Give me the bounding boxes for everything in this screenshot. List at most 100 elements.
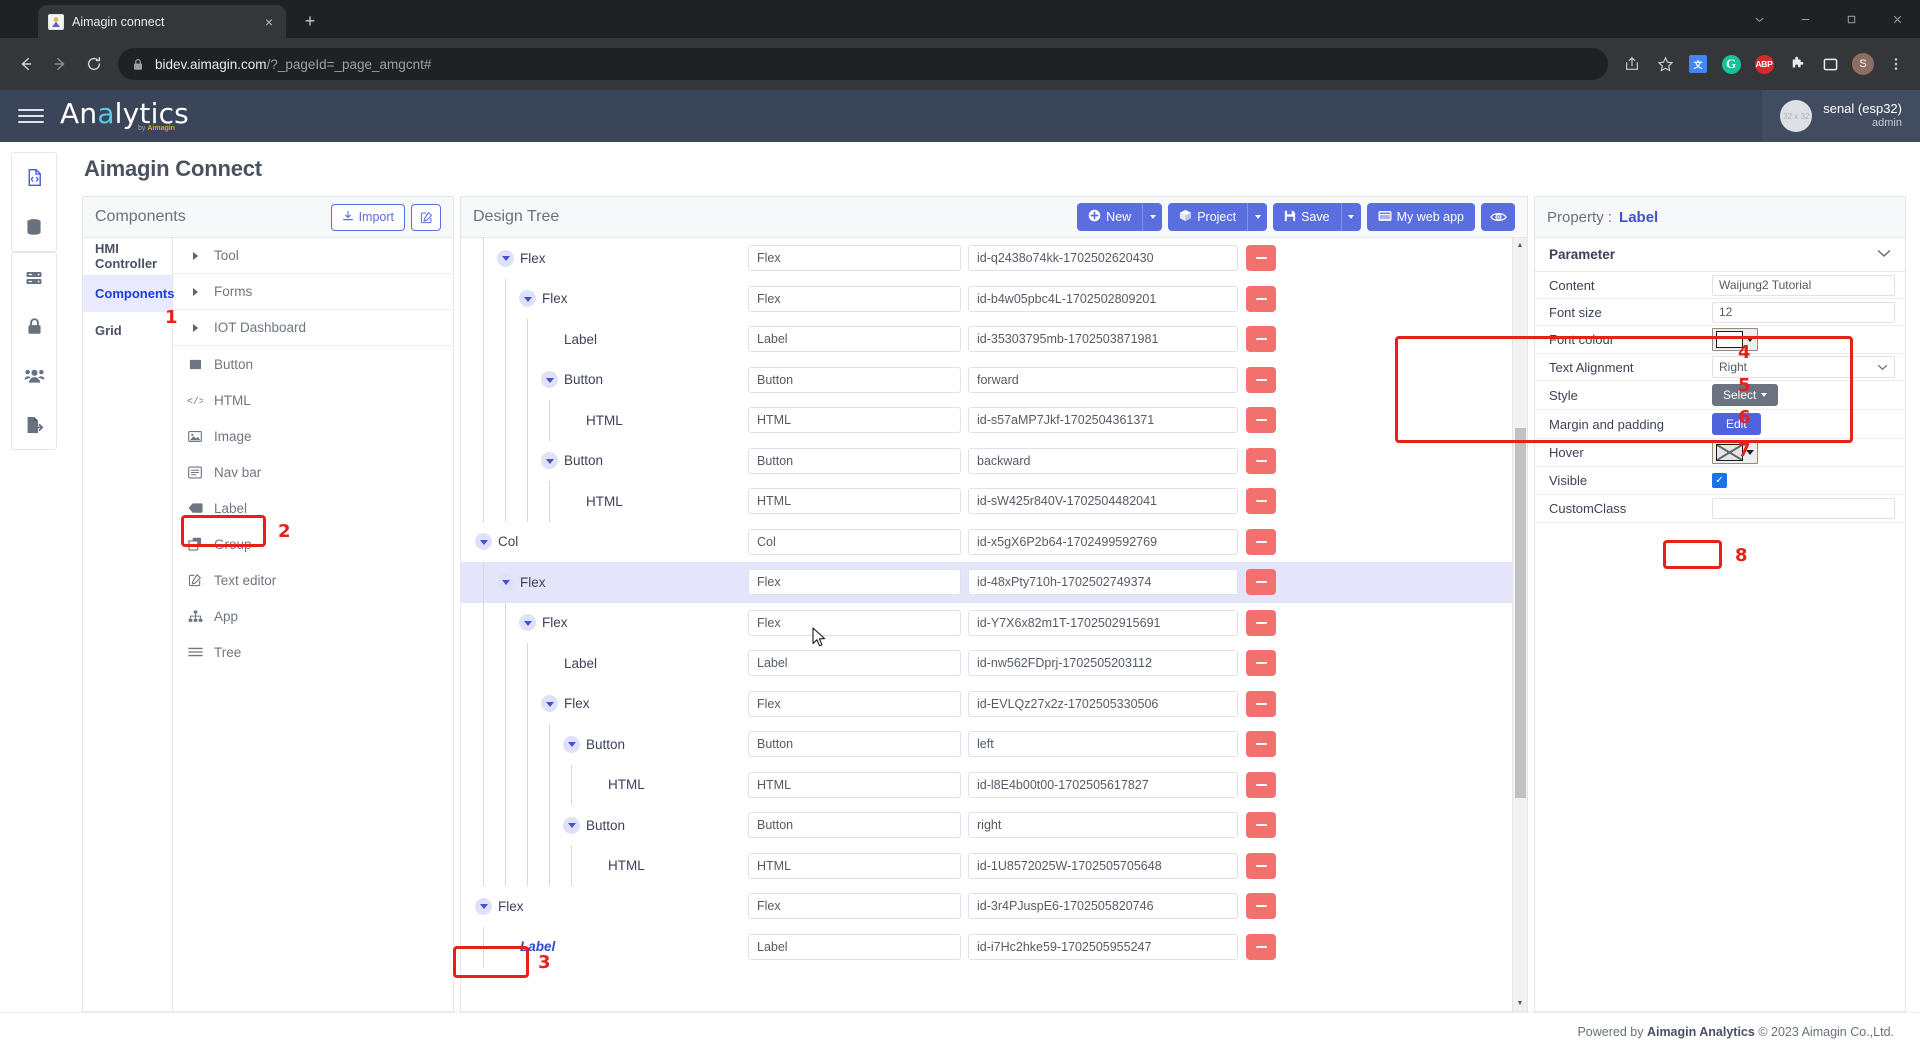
share-icon[interactable] (1618, 50, 1646, 78)
tree-row-id-input[interactable]: id-q2438o74kk-1702502620430 (968, 245, 1238, 272)
tree-row[interactable]: Button Button right (461, 805, 1512, 846)
delete-row-button[interactable] (1246, 326, 1276, 353)
new-button[interactable]: New (1077, 203, 1143, 231)
delete-row-button[interactable] (1246, 933, 1276, 960)
database-icon[interactable] (11, 202, 57, 251)
tree-row[interactable]: HTML HTML id-1U8572025W-1702505705648 (461, 845, 1512, 886)
file-export-icon[interactable] (11, 400, 57, 449)
delete-row-button[interactable] (1246, 893, 1276, 920)
color-picker-button[interactable] (1712, 328, 1758, 351)
grammarly-icon[interactable]: G (1717, 50, 1745, 78)
tree-row-type-input[interactable]: HTML (748, 488, 961, 515)
tree-node[interactable]: HTML (563, 494, 623, 509)
tree-row[interactable]: Flex Flex id-q2438o74kk-1702502620430 (461, 238, 1512, 279)
chevron-down-icon[interactable] (475, 533, 492, 551)
chevron-down-icon[interactable] (563, 735, 580, 753)
chevron-down-icon[interactable] (475, 897, 492, 915)
address-bar[interactable]: bidev.aimagin.com/?_pageId=_page_amgcnt# (118, 48, 1608, 80)
tree-row-type-input[interactable]: Label (748, 933, 961, 960)
tree-row-type-input[interactable]: Flex (748, 569, 961, 596)
property-select[interactable]: Right (1712, 356, 1895, 378)
delete-row-button[interactable] (1246, 285, 1276, 312)
tree-row-type-input[interactable]: HTML (748, 852, 961, 879)
tree-node[interactable]: Button (541, 371, 603, 389)
tree-node[interactable]: Flex (497, 249, 546, 267)
tab-close-icon[interactable]: × (262, 13, 276, 31)
tree-row[interactable]: Label Label id-nw562FDprj-1702505203112 (461, 643, 1512, 684)
tree-row[interactable]: Label Label id-i7Hc2hke59-1702505955247 (461, 926, 1512, 967)
scroll-up-icon[interactable]: ▲ (1517, 238, 1524, 253)
design-tree-scrollbar[interactable]: ▲ ▼ (1512, 238, 1527, 1011)
project-button[interactable]: Project (1168, 203, 1248, 231)
tree-row[interactable]: Flex Flex id-3r4PJuspE6-1702505820746 (461, 886, 1512, 927)
chevron-down-icon[interactable] (497, 249, 514, 267)
tree-row-id-input[interactable]: id-l8E4b00t00-1702505617827 (968, 771, 1238, 798)
my-web-app-button[interactable]: My web app (1366, 203, 1475, 231)
sidepanel-icon[interactable] (1816, 50, 1844, 78)
tree-row-type-input[interactable]: Flex (748, 893, 961, 920)
tree-row[interactable]: Button Button backward (461, 440, 1512, 481)
bookmark-star-icon[interactable] (1651, 50, 1679, 78)
tree-row[interactable]: Flex Flex id-Y7X6x82m1T-1702502915691 (461, 602, 1512, 643)
tree-row[interactable]: Button Button left (461, 724, 1512, 765)
user-menu[interactable]: 32 x 32 senal (esp32) admin (1762, 90, 1920, 142)
tree-node[interactable]: Label (497, 939, 555, 954)
server-icon[interactable] (11, 253, 57, 302)
tree-row-id-input[interactable]: id-b4w05pbc4L-1702502809201 (968, 285, 1238, 312)
component-item-html[interactable]: </> HTML (173, 382, 453, 418)
chevron-down-icon[interactable] (1736, 3, 1782, 35)
tree-node[interactable]: Flex (519, 614, 568, 632)
tree-row-id-input[interactable]: id-48xPty710h-1702502749374 (968, 569, 1238, 596)
delete-row-button[interactable] (1246, 690, 1276, 717)
tree-row-type-input[interactable]: Flex (748, 609, 961, 636)
component-item-image[interactable]: Image (173, 418, 453, 454)
tree-row-type-input[interactable]: Button (748, 366, 961, 393)
maximize-icon[interactable] (1828, 3, 1874, 35)
tree-node[interactable]: Flex (475, 897, 524, 915)
component-item-nav-bar[interactable]: Nav bar (173, 454, 453, 490)
tree-row-type-input[interactable]: Button (748, 731, 961, 758)
tree-row-id-input[interactable]: id-x5gX6P2b64-1702499592769 (968, 528, 1238, 555)
tree-row-type-input[interactable]: Button (748, 447, 961, 474)
tree-row-type-input[interactable]: Flex (748, 285, 961, 312)
new-dropdown-toggle[interactable] (1142, 203, 1163, 231)
custom-class-input[interactable] (1712, 498, 1895, 519)
tree-node[interactable]: Button (541, 452, 603, 470)
tree-row-type-input[interactable]: Label (748, 326, 961, 353)
edit-square-icon[interactable] (411, 203, 441, 231)
category-components[interactable]: Components (83, 275, 174, 312)
delete-row-button[interactable] (1246, 731, 1276, 758)
delete-row-button[interactable] (1246, 488, 1276, 515)
chevron-down-icon[interactable] (563, 816, 580, 834)
profile-avatar-icon[interactable]: S (1849, 50, 1877, 78)
back-icon[interactable] (10, 48, 42, 80)
component-item-label[interactable]: Label (173, 490, 453, 526)
tree-node[interactable]: Flex (519, 290, 568, 308)
tree-row[interactable]: HTML HTML id-sW425r840V-1702504482041 (461, 481, 1512, 522)
forward-icon[interactable] (44, 48, 76, 80)
menu-toggle-icon[interactable] (14, 99, 48, 133)
adblock-plus-icon[interactable]: ABP (1750, 50, 1778, 78)
tree-node[interactable]: Flex (497, 573, 546, 591)
tree-row-id-input[interactable]: id-35303795mb-1702503871981 (968, 326, 1238, 353)
tree-row[interactable]: Label Label id-35303795mb-1702503871981 (461, 319, 1512, 360)
tree-node[interactable]: Button (563, 735, 625, 753)
delete-row-button[interactable] (1246, 245, 1276, 272)
tree-row[interactable]: HTML HTML id-s57aMP7Jkf-1702504361371 (461, 400, 1512, 441)
delete-row-button[interactable] (1246, 609, 1276, 636)
tree-row-id-input[interactable]: id-1U8572025W-1702505705648 (968, 852, 1238, 879)
tree-row-type-input[interactable]: Label (748, 650, 961, 677)
delete-row-button[interactable] (1246, 528, 1276, 555)
browser-tab[interactable]: Aimagin connect × (38, 5, 286, 38)
delete-row-button[interactable] (1246, 407, 1276, 434)
property-text-input[interactable]: Waijung2 Tutorial (1712, 274, 1895, 296)
save-dropdown-toggle[interactable] (1340, 203, 1361, 231)
delete-row-button[interactable] (1246, 447, 1276, 474)
save-button[interactable]: Save (1273, 203, 1341, 231)
tree-row-type-input[interactable]: Flex (748, 245, 961, 272)
close-icon[interactable] (1874, 3, 1920, 35)
chevron-down-icon[interactable] (519, 290, 536, 308)
delete-row-button[interactable] (1246, 771, 1276, 798)
component-item-app[interactable]: App (173, 598, 453, 634)
parameter-section-toggle[interactable]: Parameter (1535, 238, 1905, 272)
